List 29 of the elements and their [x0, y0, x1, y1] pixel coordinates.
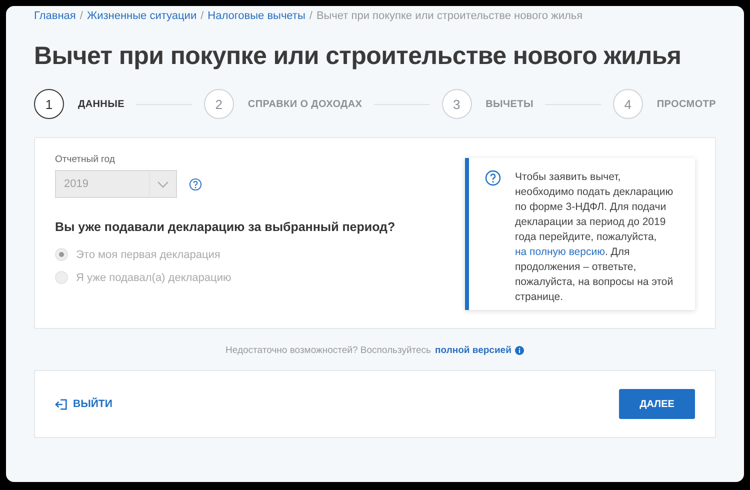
- step-label: СПРАВКИ О ДОХОДАХ: [248, 98, 362, 110]
- exit-button[interactable]: ВЫЙТИ: [55, 398, 112, 410]
- info-text: Чтобы заявить вычет, необходимо подать декларацию по форме 3-НДФЛ. Для подачи декларации за период до 2019 года перейдите, пожалуйста, на полную версию. Для продолжения – ответьте, пожалуйста, на вопросы на этой странице.: [515, 170, 674, 300]
- field-label: Отчетный год: [55, 154, 116, 165]
- help-icon[interactable]: [189, 178, 202, 190]
- breadcrumb-link[interactable]: Главная: [34, 10, 76, 22]
- step-number: 4: [612, 89, 643, 119]
- next-button[interactable]: ДАЛЕЕ: [619, 389, 695, 419]
- breadcrumb-separator: /: [80, 10, 83, 22]
- step-label: ПРОСМОТР: [656, 98, 716, 110]
- page-title: Вычет при покупке или строительстве нового жилья: [34, 42, 682, 71]
- exit-icon: [55, 398, 68, 410]
- breadcrumb-separator: /: [309, 10, 312, 22]
- hint-text: Недостаточно возможностей? Воспользуйтесь: [226, 345, 432, 356]
- help-icon: [485, 170, 501, 186]
- step-label: ДАННЫЕ: [78, 98, 124, 110]
- step-number: 3: [442, 89, 472, 119]
- step-number: 2: [204, 89, 234, 119]
- step-number: 1: [34, 89, 64, 119]
- info-icon[interactable]: [515, 346, 524, 355]
- step-label: ВЫЧЕТЫ: [486, 98, 534, 110]
- breadcrumb-current: Вычет при покупке или строительстве нового жилья: [316, 10, 583, 22]
- breadcrumb-link[interactable]: Налоговые вычеты: [208, 10, 306, 22]
- chevron-down-icon: [157, 180, 169, 188]
- full-version-link[interactable]: полной версией: [435, 345, 512, 356]
- full-version-link[interactable]: на полную версию: [515, 246, 605, 258]
- breadcrumb-link[interactable]: Жизненные ситуации: [86, 10, 197, 22]
- breadcrumb-separator: /: [200, 10, 204, 22]
- question-heading: Вы уже подавали декларацию за выбранный период?: [55, 220, 396, 234]
